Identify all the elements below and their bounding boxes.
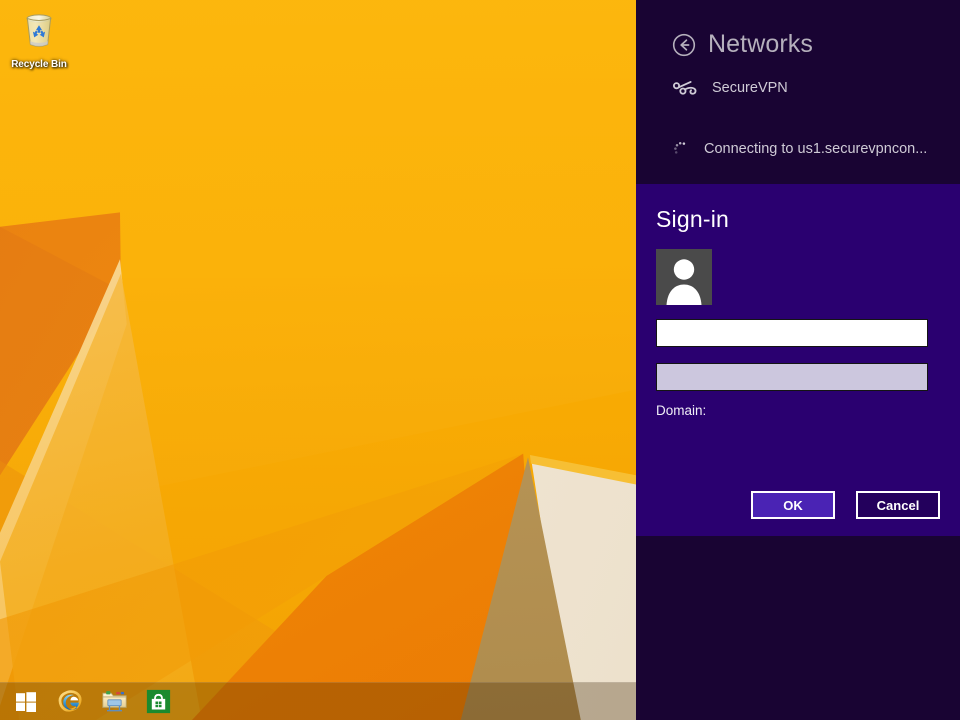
- windows-logo-icon: [15, 691, 37, 713]
- connection-status-text: Connecting to us1.securevpncon...: [704, 141, 927, 157]
- signin-dialog: Sign-in Domain: OK Cancel: [636, 184, 960, 536]
- networks-title: Networks: [708, 30, 813, 59]
- network-item-label: SecureVPN: [712, 80, 788, 96]
- back-arrow-icon[interactable]: [672, 33, 696, 57]
- screen: Recycle Bin: [0, 0, 960, 720]
- ok-button[interactable]: OK: [751, 491, 835, 519]
- networks-header: Networks: [636, 0, 960, 59]
- recycle-bin-label: Recycle Bin: [11, 59, 67, 71]
- recycle-bin-icon: [17, 8, 61, 52]
- file-explorer-button[interactable]: [92, 684, 136, 720]
- connection-status: Connecting to us1.securevpncon...: [636, 97, 960, 159]
- network-item-securevpn[interactable]: SecureVPN: [636, 59, 960, 97]
- dialog-button-row: OK Cancel: [751, 491, 940, 519]
- vpn-connection-icon: [672, 79, 698, 97]
- user-avatar-icon: [656, 249, 712, 305]
- cancel-button[interactable]: Cancel: [856, 491, 940, 519]
- password-input[interactable]: [656, 363, 928, 391]
- start-button[interactable]: [4, 684, 48, 720]
- username-input[interactable]: [656, 319, 928, 347]
- signin-title: Sign-in: [656, 184, 940, 233]
- domain-label: Domain:: [656, 403, 940, 418]
- internet-explorer-button[interactable]: [48, 684, 92, 720]
- file-explorer-icon: [101, 689, 128, 714]
- desktop-icon-recycle-bin[interactable]: Recycle Bin: [6, 8, 72, 72]
- internet-explorer-icon: [57, 688, 84, 715]
- store-button[interactable]: [136, 684, 180, 720]
- windows-store-icon: [146, 689, 171, 714]
- progress-spinner-icon: [672, 139, 692, 159]
